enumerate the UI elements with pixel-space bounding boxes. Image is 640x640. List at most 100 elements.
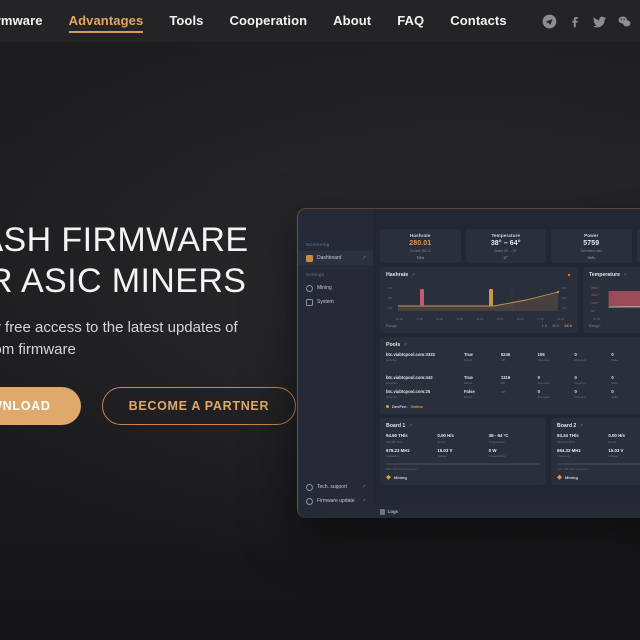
nav-link-tools[interactable]: Tools — [156, 0, 216, 42]
telegram-icon[interactable] — [542, 13, 558, 29]
range-options: 1 h 10 h 24 h — [542, 324, 572, 328]
pool-url: btc.viabtcpool.com:25 — [386, 389, 431, 395]
nav-links: Firmware Advantages Tools Cooperation Ab… — [0, 0, 520, 42]
table-row[interactable]: btc.viabtcpool.com:3333 antminer True St… — [386, 352, 640, 371]
board-status: Mining — [386, 474, 540, 480]
panel-title: Board 1 — [386, 423, 406, 430]
twitter-icon[interactable] — [592, 13, 608, 29]
sidebar-group-monitoring: Monitoring — [306, 242, 330, 247]
sidebar-item-tech-support[interactable]: Tech. support ↗ — [298, 480, 373, 494]
hero-title-line2: FOR ASIC MINERS — [0, 262, 247, 300]
stat-card-power[interactable]: Power 5759 Estimated data W/h — [551, 229, 632, 263]
metric-label: HR (95.71%) — [386, 439, 403, 444]
sidebar-item-system[interactable]: System — [298, 295, 373, 309]
stat-value: 5759 — [583, 240, 600, 247]
stat-unit: TH/s — [416, 256, 425, 260]
cell-value: 0 — [611, 375, 614, 381]
range-option-10h[interactable]: 10 h — [552, 324, 559, 328]
social-links — [542, 13, 640, 29]
pool-cell-rejected: 0 Rejected — [574, 389, 611, 399]
settings-dot-icon[interactable] — [566, 272, 572, 278]
panel-head: Board 1 ↗ — [386, 423, 540, 429]
metric-value: 664.32 MHz — [557, 447, 581, 453]
metric-label: Temperature — [488, 439, 505, 444]
hero-section: FLASH FIRMWARE FOR ASIC MINERS Get early… — [0, 42, 640, 640]
sidebar-bottom: Tech. support ↗ Firmware update ↗ — [298, 480, 373, 508]
hashrate-chart-plot: 300 200 100 300 200 100 — [386, 282, 572, 316]
table-row[interactable]: btc.viabtcpool.com:25 antminer False Sto… — [386, 389, 640, 399]
table-row[interactable]: btc.viabtcpool.com:443 antminer True Sto… — [386, 375, 640, 385]
pool-cell-accepted: 195 Accepted — [538, 352, 575, 362]
board-metric-errors: 0.00 H/s Errors — [437, 433, 488, 444]
dashboard-sidebar: Monitoring Dashboard ↗ Settings Mining S… — [298, 209, 373, 518]
stat-title: Hashrate — [410, 233, 431, 238]
sidebar-item-label: Dashboard — [317, 255, 342, 261]
hero-copy: FLASH FIRMWARE FOR ASIC MINERS Get early… — [0, 220, 300, 425]
pool-cell-stored: True Stored — [464, 375, 501, 385]
cell-label: Rejected — [574, 395, 586, 400]
nav-link-advantages[interactable]: Advantages — [56, 0, 157, 42]
nav-link-faq[interactable]: FAQ — [384, 0, 437, 42]
status-badge: Online — [410, 404, 424, 410]
update-icon — [306, 497, 313, 505]
board-status-label: Mining — [394, 474, 407, 480]
pool-worker: antminer — [386, 358, 397, 362]
stat-note: Board 25° – 49° — [494, 249, 518, 253]
range-option-1h[interactable]: 1 h — [542, 324, 547, 328]
stat-card-errors[interactable]: Errors 0% 0 H/s — [636, 229, 640, 263]
stat-cards: Hashrate 280.01 Current 282.15 TH/s Temp… — [380, 229, 640, 263]
cell-label: Accepted — [537, 358, 550, 362]
metric-label: Consumption — [488, 454, 506, 459]
devfee-status: DevFee: Online — [386, 404, 640, 409]
board-metrics-row-1: 93.34 TH/s HR (100.00%) 0.00 H/s Errors … — [557, 433, 640, 444]
range-label: Range: — [386, 324, 398, 328]
metric-value: 678.23 MHz — [386, 447, 410, 453]
pool-cell-stale: 0 Stale — [611, 375, 640, 385]
temperature-chart-plot: 80° 60° 40° 0° — [589, 282, 640, 316]
stat-card-hashrate[interactable]: Hashrate 280.01 Current 282.15 TH/s — [380, 229, 461, 263]
status-dot-icon — [386, 405, 389, 409]
x-tick: 13:00 — [456, 317, 464, 321]
sidebar-item-dashboard[interactable]: Dashboard ↗ — [298, 251, 373, 265]
range-option-24h[interactable]: 24 h — [564, 324, 572, 328]
board-metric-frequency: 678.23 MHz Frequency — [386, 448, 437, 459]
nav-link-about[interactable]: About — [320, 0, 384, 42]
logs-bar[interactable]: Logs — [373, 505, 640, 518]
cell-value: False — [464, 389, 475, 395]
chips-note: 108 / 114 chips are good — [386, 466, 417, 471]
external-link-icon: ↗ — [361, 498, 366, 504]
hero-subtitle-line1: Get early free access to the latest upda… — [0, 319, 238, 336]
x-tick: 11:00 — [416, 317, 423, 321]
cell-label: Diff — [500, 381, 505, 386]
metric-label: Voltage — [608, 454, 618, 459]
panel-head: Pools ↗ — [386, 342, 640, 348]
pool-worker: antminer — [386, 381, 397, 386]
pool-cell-diff: 1316 Diff — [501, 375, 538, 385]
nav-link-firmware[interactable]: Firmware — [0, 0, 56, 42]
cell-value: 0 — [574, 352, 577, 357]
sidebar-item-firmware-update[interactable]: Firmware update ↗ — [298, 494, 373, 508]
cell-label: Rejected — [574, 381, 586, 386]
hero-buttons: DOWNLOAD BECOME A PARTNER — [0, 387, 300, 425]
x-tick: 18:00 — [556, 317, 564, 321]
dashboard-main: Hashrate 280.01 Current 282.15 TH/s Temp… — [373, 209, 640, 518]
facebook-icon[interactable] — [567, 13, 583, 29]
hero-subtitle-line2: our custom firmware — [0, 341, 76, 358]
board-metric-hashrate: 93.34 TH/s HR (100.00%) — [557, 433, 608, 444]
cell-value: 0 — [537, 389, 540, 395]
pool-cell-diff: 5246 Diff — [501, 352, 538, 362]
metric-label: Voltage — [437, 454, 447, 459]
sidebar-item-mining[interactable]: Mining — [298, 281, 373, 295]
chips-progress-bar — [557, 463, 640, 465]
nav-link-contacts[interactable]: Contacts — [437, 0, 519, 42]
stat-card-temperature[interactable]: Temperature 38° – 64° Board 25° – 49° C° — [465, 229, 546, 263]
wechat-icon[interactable] — [617, 13, 633, 29]
panel-title: Pools — [386, 342, 401, 348]
nav-link-cooperation[interactable]: Cooperation — [217, 0, 321, 42]
cell-label: Diff — [500, 390, 505, 395]
pools-panel: Pools ↗ btc.viabtcpool.com:3333 antminer… — [380, 337, 640, 415]
board-metrics-row-1: 94.60 TH/s HR (95.71%) 0.00 H/s Errors 3… — [386, 433, 540, 444]
download-button[interactable]: DOWNLOAD — [0, 387, 81, 425]
become-partner-button[interactable]: BECOME A PARTNER — [101, 387, 297, 425]
svg-text:100: 100 — [388, 306, 393, 310]
